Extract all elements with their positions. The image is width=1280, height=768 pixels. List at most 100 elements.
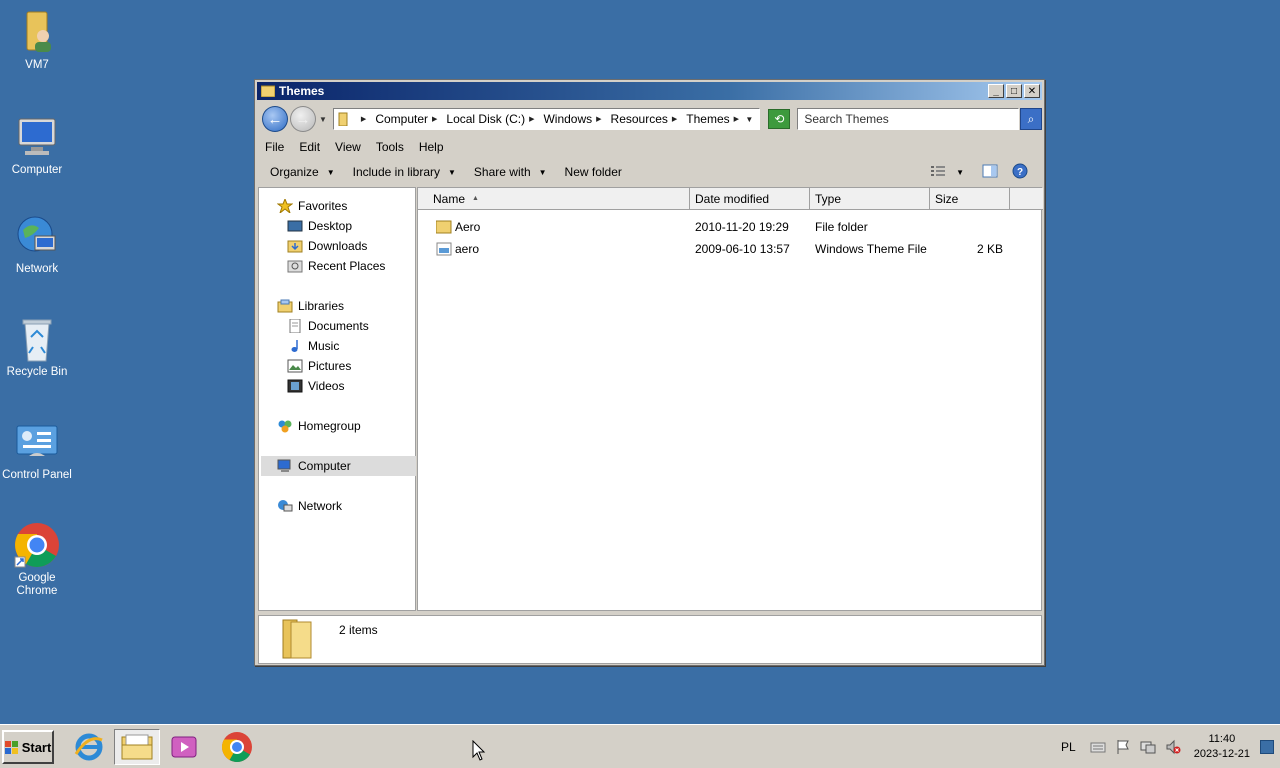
new-folder-button[interactable]: New folder bbox=[565, 165, 622, 179]
nav-homegroup[interactable]: Homegroup bbox=[277, 416, 361, 436]
start-button[interactable]: Start bbox=[2, 730, 54, 764]
close-button[interactable]: ✕ bbox=[1024, 84, 1040, 98]
network-status-icon[interactable] bbox=[1140, 739, 1156, 755]
column-header-size[interactable]: Size bbox=[930, 188, 1010, 210]
breadcrumb-themes[interactable]: Themes ▶ bbox=[686, 112, 744, 126]
organize-button[interactable]: Organize ▼ bbox=[270, 165, 335, 179]
pictures-icon bbox=[287, 359, 303, 373]
file-list: Name ▲ Date modified Type Size Aero 2010-… bbox=[417, 187, 1043, 611]
menu-tools[interactable]: Tools bbox=[376, 140, 404, 154]
preview-pane-icon[interactable] bbox=[982, 164, 998, 181]
column-header-type[interactable]: Type bbox=[810, 188, 930, 210]
column-header-date-modified[interactable]: Date modified bbox=[690, 188, 810, 210]
language-indicator[interactable]: PL bbox=[1061, 740, 1076, 754]
file-date: 2010-11-20 19:29 bbox=[695, 220, 789, 234]
nav-pictures[interactable]: Pictures bbox=[287, 356, 351, 376]
volume-muted-icon[interactable] bbox=[1165, 739, 1181, 755]
clock[interactable]: 11:40 2023-12-21 bbox=[1194, 732, 1250, 762]
desktop-icon-computer[interactable]: Computer bbox=[0, 113, 74, 177]
command-bar: Organize ▼ Include in library ▼ Share with… bbox=[257, 160, 1042, 184]
breadcrumb-separator[interactable]: ▶ bbox=[357, 115, 371, 123]
address-history-dropdown[interactable]: ▼ bbox=[745, 115, 753, 124]
menu-view[interactable]: View bbox=[335, 140, 361, 154]
breadcrumb-resources[interactable]: Resources ▶ bbox=[611, 112, 683, 126]
nav-libraries[interactable]: Libraries bbox=[277, 296, 344, 316]
internet-explorer-icon[interactable] bbox=[66, 729, 112, 765]
desktop-icon-vm7[interactable]: VM7 bbox=[0, 8, 74, 72]
menu-help[interactable]: Help bbox=[419, 140, 444, 154]
documents-icon bbox=[287, 318, 303, 334]
desktop-icon-label: Recycle Bin bbox=[6, 366, 68, 378]
item-count: 2 items bbox=[339, 623, 378, 637]
nav-desktop[interactable]: Desktop bbox=[287, 216, 352, 236]
refresh-button[interactable]: ⟲ bbox=[768, 109, 791, 129]
nav-network[interactable]: Network bbox=[277, 496, 342, 516]
view-dropdown-icon[interactable]: ▼ bbox=[956, 168, 964, 177]
menu-file[interactable]: File bbox=[265, 140, 284, 154]
system-tray: PL 11:40 2023-12-21 bbox=[1061, 725, 1280, 768]
explorer-window: Themes _ □ ✕ ← → ▼ ▶ Computer ▶ Local Dis… bbox=[254, 79, 1045, 666]
clock-date: 2023-12-21 bbox=[1193, 748, 1250, 760]
videos-icon bbox=[287, 379, 303, 393]
forward-button[interactable]: → bbox=[289, 106, 316, 132]
table-row[interactable]: Aero 2010-11-20 19:29 File folder bbox=[418, 216, 1041, 238]
homegroup-icon bbox=[277, 419, 293, 433]
computer-icon bbox=[13, 113, 61, 161]
desktop-icon-label: Control Panel bbox=[2, 469, 72, 481]
table-row[interactable]: aero 2009-06-10 13:57 Windows Theme File… bbox=[418, 238, 1041, 260]
control-panel-icon bbox=[13, 418, 61, 466]
back-button[interactable]: ← bbox=[262, 106, 288, 132]
downloads-folder-icon bbox=[287, 239, 303, 253]
folder-icon bbox=[436, 216, 452, 238]
recycle-bin-icon bbox=[13, 315, 61, 363]
menu-edit[interactable]: Edit bbox=[299, 140, 320, 154]
nav-downloads[interactable]: Downloads bbox=[287, 236, 367, 256]
include-in-library-button[interactable]: Include in library ▼ bbox=[353, 165, 456, 179]
address-bar[interactable]: ▶ Computer ▶ Local Disk (C:) ▶ Windows ▶ Re… bbox=[332, 108, 761, 130]
show-desktop-button[interactable] bbox=[1260, 740, 1274, 754]
desktop-icon-google-chrome[interactable]: Google Chrome bbox=[0, 521, 74, 598]
keyboard-icon[interactable] bbox=[1090, 739, 1106, 755]
search-input[interactable]: Search Themes bbox=[797, 108, 1020, 130]
column-header-extra[interactable] bbox=[1010, 188, 1043, 210]
nav-videos[interactable]: Videos bbox=[287, 376, 344, 396]
folder-icon bbox=[338, 112, 352, 127]
maximize-button[interactable]: □ bbox=[1006, 84, 1022, 98]
breadcrumb-computer[interactable]: Computer ▶ bbox=[375, 112, 442, 126]
nav-music[interactable]: Music bbox=[287, 336, 339, 356]
music-note-icon bbox=[287, 339, 303, 353]
chrome-icon bbox=[13, 521, 61, 569]
help-icon[interactable]: ? bbox=[1012, 163, 1028, 182]
title-bar[interactable]: Themes _ □ ✕ bbox=[257, 82, 1042, 100]
desktop-icon-network[interactable]: Network bbox=[0, 212, 74, 276]
action-center-flag-icon[interactable] bbox=[1115, 739, 1131, 755]
view-options-icon[interactable] bbox=[930, 164, 946, 181]
folder-icon bbox=[260, 85, 276, 98]
chrome-icon[interactable] bbox=[214, 729, 260, 765]
desktop-icon bbox=[287, 219, 303, 233]
file-explorer-icon[interactable] bbox=[114, 729, 160, 765]
share-with-button[interactable]: Share with ▼ bbox=[474, 165, 547, 179]
nav-recent-places[interactable]: Recent Places bbox=[287, 256, 385, 276]
breadcrumb-windows[interactable]: Windows ▶ bbox=[543, 112, 606, 126]
desktop-icon-label: Google Chrome bbox=[16, 572, 58, 597]
theme-file-icon bbox=[436, 238, 452, 260]
search-icon[interactable]: ⌕ bbox=[1020, 108, 1042, 130]
recent-pages-dropdown[interactable]: ▼ bbox=[317, 115, 329, 124]
network-icon bbox=[277, 499, 293, 513]
desktop-icon-recycle-bin[interactable]: Recycle Bin bbox=[0, 315, 74, 379]
desktop-icon-label: Computer bbox=[11, 164, 63, 176]
column-header-name[interactable]: Name ▲ bbox=[418, 188, 690, 210]
nav-favorites[interactable]: Favorites bbox=[276, 196, 347, 216]
sort-arrow-icon: ▲ bbox=[472, 195, 479, 202]
desktop-icon-control-panel[interactable]: Control Panel bbox=[0, 418, 74, 482]
file-name: Aero bbox=[455, 220, 481, 234]
minimize-button[interactable]: _ bbox=[988, 84, 1004, 98]
mouse-cursor-icon bbox=[472, 740, 486, 761]
star-icon bbox=[276, 197, 294, 215]
media-player-icon[interactable] bbox=[162, 729, 208, 765]
file-type: File folder bbox=[815, 220, 868, 234]
breadcrumb-local-disk[interactable]: Local Disk (C:) ▶ bbox=[446, 112, 539, 126]
nav-computer[interactable]: Computer bbox=[261, 456, 416, 476]
nav-documents[interactable]: Documents bbox=[287, 316, 369, 336]
